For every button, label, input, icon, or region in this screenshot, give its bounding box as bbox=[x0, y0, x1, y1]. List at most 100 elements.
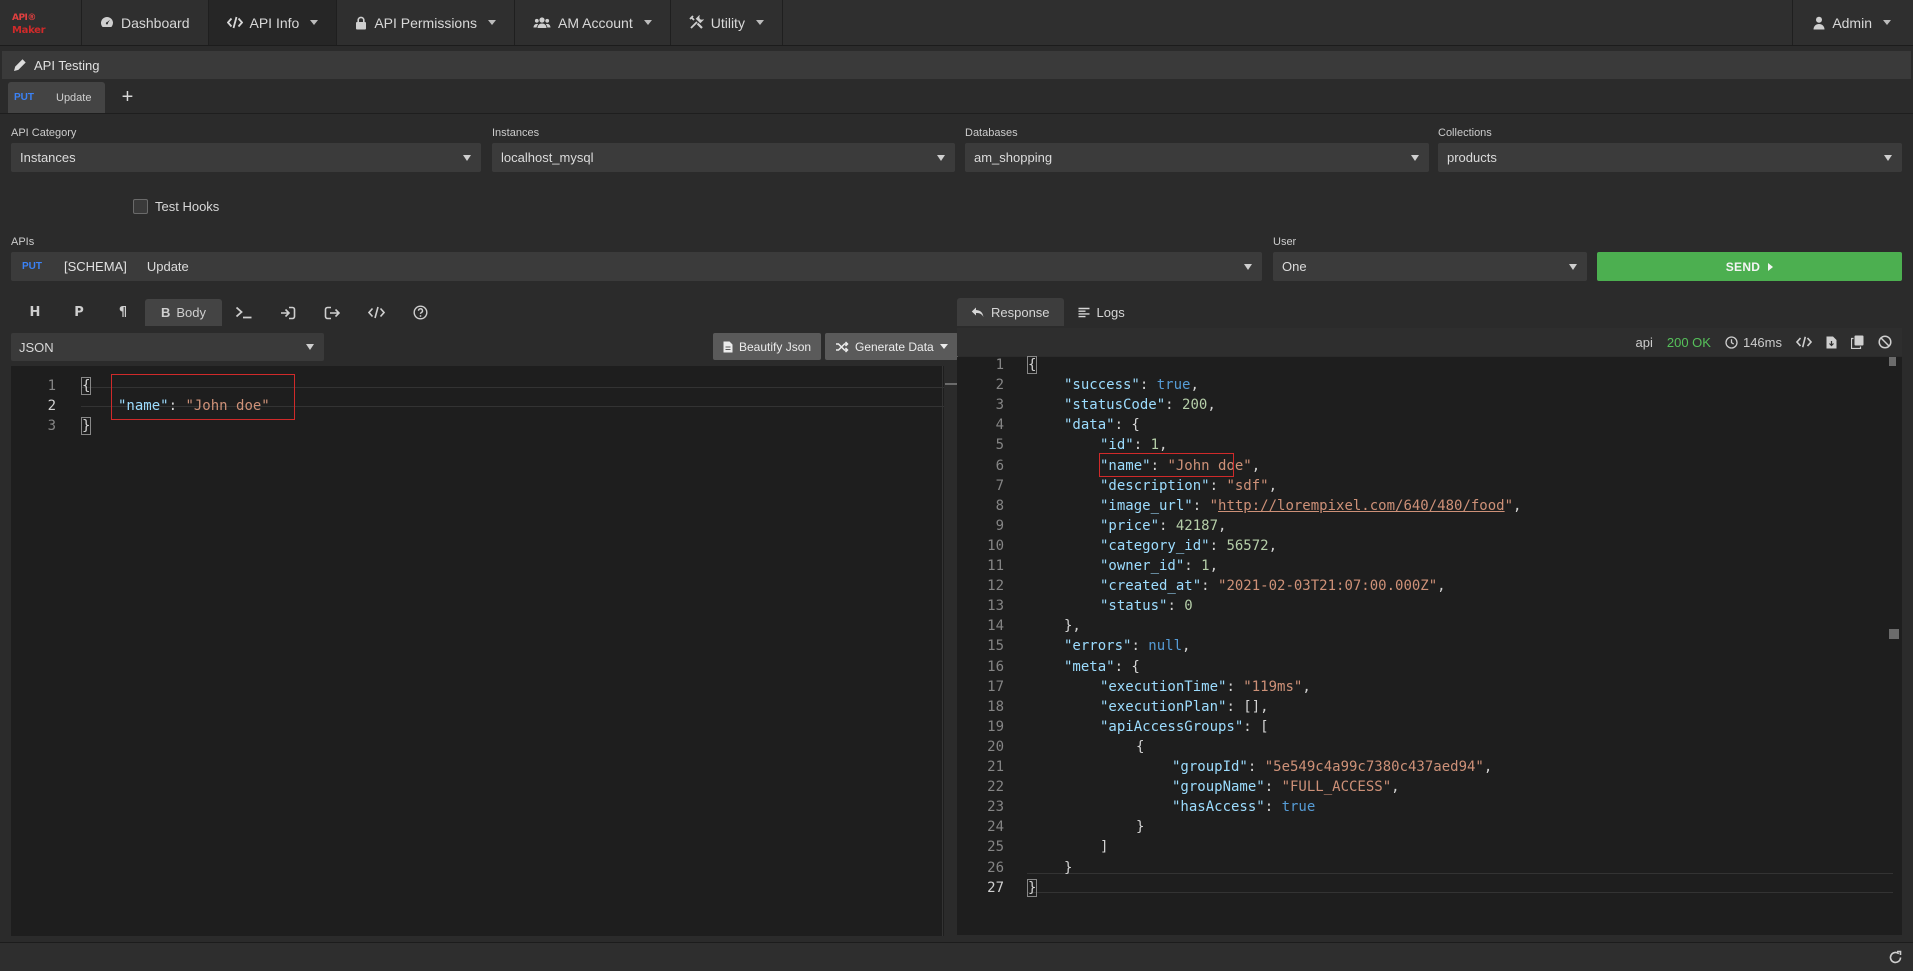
logo-bottom: Maker bbox=[12, 24, 46, 36]
code-line: "executionTime": "119ms", bbox=[1100, 677, 1311, 697]
code-token: 42187 bbox=[1175, 517, 1219, 534]
refresh-button[interactable] bbox=[1888, 950, 1903, 968]
code-line: "image_url": "http://lorempixel.com/640/… bbox=[1100, 496, 1521, 516]
lock-icon bbox=[356, 16, 367, 29]
code-token: "statusCode" bbox=[1064, 397, 1166, 414]
chevron-down-icon bbox=[939, 344, 948, 349]
sign-in-icon bbox=[281, 306, 296, 319]
api-category-select[interactable]: Instances bbox=[11, 143, 481, 172]
line-number: 14 bbox=[987, 618, 1004, 635]
databases-select[interactable]: am_shopping bbox=[965, 143, 1429, 172]
line-number: 25 bbox=[987, 839, 1004, 856]
request-editor-toolbar: H P ¶ B Body bbox=[13, 299, 442, 326]
generate-data-button[interactable]: Generate Data bbox=[825, 333, 958, 360]
line-number: 24 bbox=[987, 819, 1004, 836]
dashboard-icon bbox=[101, 17, 113, 27]
code-token: true bbox=[1156, 377, 1191, 394]
code-token: , bbox=[1483, 759, 1493, 775]
add-tab-button[interactable]: + bbox=[105, 82, 149, 113]
code-line: "groupName": "FULL_ACCESS", bbox=[1172, 777, 1400, 797]
line-number: 7 bbox=[995, 477, 1004, 494]
user-menu[interactable]: Admin bbox=[1792, 0, 1913, 45]
line-number: 18 bbox=[987, 698, 1004, 715]
code-line: } bbox=[80, 416, 92, 436]
beautify-json-button[interactable]: Beautify Json bbox=[713, 333, 822, 360]
params-tab[interactable]: P bbox=[57, 299, 101, 326]
format-select[interactable]: JSON bbox=[11, 333, 324, 361]
instances-select[interactable]: localhost_mysql bbox=[492, 143, 955, 172]
status-footer bbox=[0, 942, 1913, 971]
code-token: , bbox=[1302, 678, 1311, 695]
current-line-highlight bbox=[1027, 873, 1893, 893]
pre-hook-tab[interactable] bbox=[266, 299, 310, 326]
view-code-button[interactable] bbox=[1796, 336, 1812, 348]
code-tab[interactable] bbox=[354, 299, 398, 326]
user-value: One bbox=[1282, 259, 1307, 274]
instances-value: localhost_mysql bbox=[501, 150, 594, 165]
ban-icon bbox=[1878, 335, 1892, 349]
logo-top-suffix: ® bbox=[27, 12, 36, 23]
code-token: , bbox=[1209, 558, 1219, 574]
tab-response[interactable]: Response bbox=[957, 298, 1064, 326]
terminal-tab[interactable] bbox=[222, 299, 266, 326]
apis-label: APIs bbox=[11, 236, 35, 248]
api-name: Update bbox=[146, 259, 189, 274]
headers-tab[interactable]: H bbox=[13, 299, 57, 326]
code-token: " bbox=[1504, 497, 1514, 514]
line-number: 3 bbox=[47, 418, 56, 434]
clear-button[interactable] bbox=[1878, 335, 1892, 349]
code-token: , bbox=[1513, 497, 1522, 514]
test-hooks-checkbox[interactable] bbox=[133, 199, 148, 214]
code-line: } bbox=[1136, 817, 1144, 837]
code-token: } bbox=[1136, 819, 1145, 836]
line-number: 1 bbox=[995, 357, 1004, 373]
code-token: }, bbox=[1064, 618, 1081, 635]
download-button[interactable] bbox=[1826, 336, 1837, 349]
query-tab[interactable]: ¶ bbox=[101, 299, 145, 326]
user-select[interactable]: One bbox=[1273, 252, 1587, 281]
nav-utility[interactable]: Utility bbox=[671, 0, 783, 45]
code-token: { bbox=[1136, 738, 1145, 755]
code-line: { bbox=[1136, 737, 1144, 757]
code-token: "data" bbox=[1064, 417, 1115, 434]
collections-label: Collections bbox=[1438, 127, 1492, 139]
code-token: "price" bbox=[1100, 517, 1160, 534]
chevron-down-icon bbox=[1884, 155, 1892, 161]
api-method-badge: PUT bbox=[22, 261, 42, 272]
line-number: 27 bbox=[987, 879, 1004, 896]
copy-button[interactable] bbox=[1851, 335, 1864, 349]
chevron-down-icon bbox=[937, 155, 945, 161]
nav-am-account[interactable]: AM Account bbox=[515, 0, 671, 45]
request-body-editor[interactable]: 1{2 "name": "John doe" 3} bbox=[11, 366, 959, 936]
copy-icon bbox=[1851, 335, 1864, 349]
tab-logs[interactable]: Logs bbox=[1064, 298, 1139, 326]
body-tab[interactable]: B Body bbox=[145, 299, 222, 326]
app-logo[interactable]: API® Maker bbox=[0, 0, 82, 45]
help-tab[interactable] bbox=[398, 299, 442, 326]
code-line: "status": 0 bbox=[1100, 596, 1193, 616]
code-token: } bbox=[80, 417, 92, 435]
code-token: , bbox=[1182, 638, 1191, 655]
post-hook-tab[interactable] bbox=[310, 299, 354, 326]
collections-select[interactable]: products bbox=[1438, 143, 1902, 172]
code-token: "groupName" bbox=[1172, 779, 1265, 796]
code-token: "executionPlan" bbox=[1100, 698, 1227, 715]
databases-value: am_shopping bbox=[974, 150, 1053, 165]
send-button[interactable]: SEND bbox=[1597, 252, 1902, 281]
annotation-highlight-box bbox=[1099, 453, 1234, 477]
clock-icon bbox=[1725, 335, 1738, 349]
apis-select[interactable]: PUT [SCHEMA] Update bbox=[11, 252, 1262, 281]
nav-api-permissions[interactable]: API Permissions bbox=[337, 0, 516, 45]
code-token: } bbox=[1064, 859, 1073, 876]
line-number: 12 bbox=[987, 578, 1004, 595]
code-line: "data": { bbox=[1064, 415, 1140, 435]
nav-dashboard[interactable]: Dashboard bbox=[82, 0, 209, 45]
tab-put-update[interactable]: PUT Update bbox=[8, 82, 106, 113]
response-viewer[interactable]: 1{2 "success": true, 3 "statusCode": 200, 4 "… bbox=[957, 356, 1902, 935]
line-number: 10 bbox=[987, 537, 1004, 554]
nav-api-info[interactable]: API Info bbox=[208, 0, 338, 45]
code-token: 56572 bbox=[1226, 537, 1269, 554]
api-category-value: Instances bbox=[20, 150, 76, 165]
code-token: : bbox=[1209, 477, 1227, 494]
code-token: : bbox=[1165, 397, 1183, 414]
